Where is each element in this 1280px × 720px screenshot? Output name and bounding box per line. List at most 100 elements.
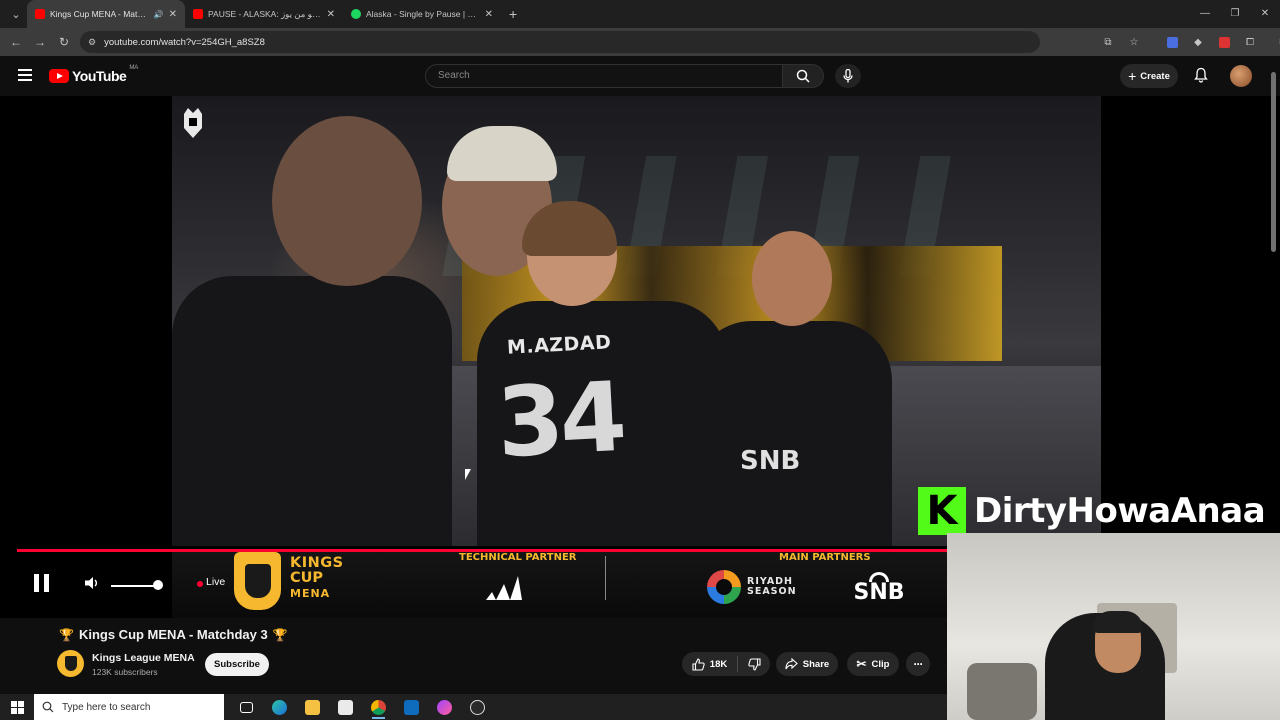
close-tab-icon[interactable]: ✕ — [327, 9, 335, 20]
close-window-icon[interactable]: ✕ — [1250, 0, 1280, 28]
close-tab-icon[interactable]: ✕ — [485, 9, 493, 20]
share-label: Share — [802, 658, 830, 670]
taskbar-search-placeholder: Type here to search — [62, 701, 151, 713]
outlook-icon[interactable] — [395, 694, 428, 720]
messenger-icon[interactable] — [428, 694, 461, 720]
start-button[interactable] — [0, 700, 34, 714]
minimize-icon[interactable]: — — [1190, 0, 1220, 28]
menu-icon[interactable] — [18, 69, 32, 81]
forward-icon[interactable]: → — [28, 35, 52, 49]
voice-search-button[interactable] — [835, 64, 861, 88]
speaker-icon[interactable]: 🔊 — [154, 10, 164, 19]
share-button[interactable]: Share — [776, 652, 838, 676]
webcam-overlay — [947, 533, 1280, 720]
like-count: 18K — [709, 658, 728, 670]
tab-search-icon[interactable]: ⌄ — [5, 3, 27, 25]
youtube-favicon-icon — [193, 9, 203, 19]
clip-button[interactable]: ✂ Clip — [847, 652, 899, 676]
cast-icon[interactable]: ⧉ — [1100, 34, 1116, 50]
account-avatar[interactable] — [1230, 65, 1252, 87]
page-scrollbar[interactable] — [1271, 60, 1277, 260]
tab-spotify[interactable]: Alaska - Single by Pause | Spotify ✕ — [343, 0, 501, 28]
like-button[interactable]: 18K — [682, 656, 738, 672]
like-dislike-bar: 18K — [682, 652, 770, 676]
volume-slider[interactable] — [111, 585, 159, 587]
thumbs-down-icon — [747, 657, 761, 671]
address-bar[interactable]: ⚙ youtube.com/watch?v=254GH_a8SZ8 — [80, 31, 1040, 53]
clip-label: Clip — [871, 658, 890, 670]
url-text: youtube.com/watch?v=254GH_a8SZ8 — [104, 36, 265, 48]
player-head — [752, 231, 832, 326]
create-button[interactable]: + Create — [1120, 64, 1178, 88]
player-controls: Live — [0, 552, 947, 618]
extension-red-icon[interactable] — [1216, 34, 1232, 50]
new-tab-icon[interactable]: + — [509, 6, 517, 22]
extensions-puzzle-icon[interactable]: ⧠ — [1242, 34, 1258, 50]
back-icon[interactable]: ← — [4, 35, 28, 49]
player-cap — [447, 126, 557, 181]
subscribe-button[interactable]: Subscribe — [205, 653, 269, 676]
bookmark-star-icon[interactable]: ☆ — [1126, 34, 1142, 50]
obs-icon[interactable] — [461, 694, 494, 720]
restore-icon[interactable]: ❐ — [1220, 0, 1250, 28]
youtube-logo[interactable]: YouTube MA — [49, 65, 139, 84]
tab-title: PAUSE - ALASKA: اخي حقو من يوز — [208, 8, 322, 19]
task-view-icon[interactable] — [230, 694, 263, 720]
plus-icon: + — [1128, 68, 1137, 84]
windows-taskbar: Type here to search — [0, 694, 947, 720]
file-explorer-icon[interactable] — [296, 694, 329, 720]
media-control-icon[interactable]: ≡ — [1274, 34, 1280, 50]
dislike-button[interactable] — [738, 657, 770, 671]
tab-kings-cup[interactable]: Kings Cup MENA - Matchday 3 🔊 ✕ — [27, 0, 185, 28]
windows-logo-icon — [10, 700, 24, 714]
volume-slider-handle[interactable] — [153, 580, 163, 590]
player-head — [272, 116, 422, 286]
webcam-chair — [967, 663, 1037, 720]
thumbs-up-icon — [692, 657, 705, 671]
taskbar-search[interactable]: Type here to search — [34, 694, 224, 720]
player-foreground — [172, 276, 452, 546]
tab-pause-alaska[interactable]: PAUSE - ALASKA: اخي حقو من يوز ✕ — [185, 0, 343, 28]
channel-name[interactable]: Kings League MENA — [92, 652, 195, 664]
reload-icon[interactable]: ↻ — [52, 35, 76, 49]
kick-logo-icon: K — [918, 487, 966, 535]
search-button[interactable] — [782, 64, 824, 88]
more-actions-button[interactable]: ··· — [906, 652, 930, 676]
video-title-text: Kings Cup MENA - Matchday 3 — [78, 627, 268, 642]
mouse-cursor — [465, 469, 471, 480]
video-title: 🏆 Kings Cup MENA - Matchday 3 🏆 — [59, 627, 288, 642]
subscriber-count: 123K subscribers — [92, 667, 158, 677]
pause-button[interactable] — [34, 574, 50, 592]
search-input[interactable]: Search — [425, 64, 783, 88]
site-info-icon[interactable]: ⚙ — [88, 37, 96, 48]
window-controls: — ❐ ✕ — [1190, 0, 1280, 28]
taskbar-apps — [230, 694, 494, 720]
jersey-number: 34 — [494, 360, 626, 480]
translate-extension-icon[interactable] — [1164, 34, 1180, 50]
country-code: MA — [129, 65, 139, 71]
browser-tab-strip: ⌄ Kings Cup MENA - Matchday 3 🔊 ✕ PAUSE … — [0, 0, 1280, 28]
share-icon — [785, 658, 798, 670]
video-frame[interactable]: M.AZDAD 34 SNB — [172, 96, 1101, 546]
logo-text: YouTube — [72, 68, 127, 84]
streamer-name: DirtyHowaAnaa — [974, 491, 1266, 531]
tab-title: Kings Cup MENA - Matchday 3 — [50, 9, 149, 19]
store-icon[interactable] — [329, 694, 362, 720]
notifications-button[interactable] — [1194, 67, 1208, 88]
create-label: Create — [1140, 70, 1170, 82]
streamer-overlay: K DirtyHowaAnaa — [918, 486, 1266, 536]
trophy-icon: 🏆 — [59, 627, 74, 642]
bell-icon — [1194, 67, 1208, 83]
channel-avatar[interactable] — [57, 650, 84, 677]
extension-diamond-icon[interactable]: ◆ — [1190, 34, 1206, 50]
live-dot — [197, 581, 203, 587]
trophy-icon: 🏆 — [272, 627, 288, 642]
chrome-icon[interactable] — [362, 694, 395, 720]
search-icon — [42, 701, 54, 713]
microphone-icon — [843, 69, 853, 83]
close-tab-icon[interactable]: ✕ — [169, 9, 177, 20]
edge-icon[interactable] — [263, 694, 296, 720]
youtube-favicon-icon — [35, 9, 45, 19]
live-badge[interactable]: Live — [206, 576, 225, 588]
search-icon — [796, 69, 810, 83]
